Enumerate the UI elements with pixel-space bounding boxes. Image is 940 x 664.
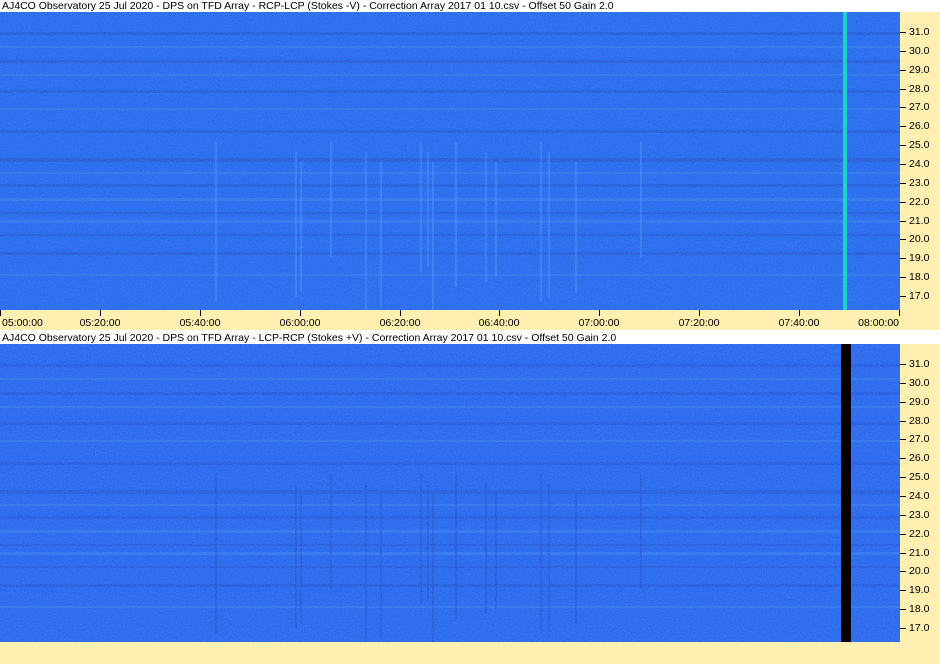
frequency-tick — [900, 496, 906, 497]
frequency-tick-label: 19.0 — [909, 584, 930, 596]
frequency-tick — [900, 553, 906, 554]
time-tick — [699, 310, 700, 316]
frequency-tick — [900, 89, 906, 90]
frequency-tick-label: 18.0 — [909, 603, 930, 615]
frequency-tick-label: 24.0 — [909, 490, 930, 502]
frequency-tick-label: 31.0 — [909, 26, 930, 38]
frequency-tick — [900, 402, 906, 403]
frequency-tick — [900, 458, 906, 459]
frequency-tick — [900, 183, 906, 184]
bottom-frequency-axis: 31.0 30.0 29.0 28.0 27.0 26.0 25.0 24.0 23.0 22.0… — [900, 344, 940, 642]
frequency-tick — [900, 202, 906, 203]
frequency-tick-label: 25.0 — [909, 139, 930, 151]
frequency-tick — [900, 107, 906, 108]
time-tick — [400, 310, 401, 316]
top-spectrogram — [0, 12, 900, 310]
frequency-tick — [900, 609, 906, 610]
frequency-tick-label: 28.0 — [909, 83, 930, 95]
time-tick — [899, 310, 900, 316]
frequency-tick-label: 29.0 — [909, 64, 930, 76]
frequency-tick-label: 23.0 — [909, 509, 930, 521]
time-axis: 05:00:00 05:20:00 05:40:00 06:00:00 06:20:00… — [0, 310, 940, 330]
frequency-tick-label: 29.0 — [909, 396, 930, 408]
time-tick-label: 07:40:00 — [778, 317, 820, 329]
time-tick-label: 06:40:00 — [478, 317, 520, 329]
frequency-tick — [900, 383, 906, 384]
frequency-tick — [900, 258, 906, 259]
time-tick-label: 07:00:00 — [578, 317, 620, 329]
frequency-tick-label: 26.0 — [909, 120, 930, 132]
time-tick — [599, 310, 600, 316]
frequency-tick — [900, 145, 906, 146]
frequency-tick-label: 21.0 — [909, 215, 930, 227]
bottom-time-axis — [0, 642, 940, 664]
time-tick-label: 06:20:00 — [379, 317, 421, 329]
frequency-tick — [900, 239, 906, 240]
interference-stripe — [843, 12, 847, 310]
time-tick — [100, 310, 101, 316]
noise-overlay — [0, 12, 900, 310]
frequency-tick — [900, 126, 906, 127]
spectrogram-svg — [0, 344, 900, 642]
frequency-tick-label: 23.0 — [909, 177, 930, 189]
time-tick-label: 05:20:00 — [79, 317, 121, 329]
frequency-tick-label: 18.0 — [909, 271, 930, 283]
frequency-tick-label: 22.0 — [909, 196, 930, 208]
frequency-tick-label: 30.0 — [909, 45, 930, 57]
time-tick — [799, 310, 800, 316]
frequency-tick — [900, 590, 906, 591]
time-tick — [499, 310, 500, 316]
time-tick — [300, 310, 301, 316]
frequency-tick — [900, 364, 906, 365]
frequency-tick-label: 20.0 — [909, 233, 930, 245]
frequency-tick-label: 30.0 — [909, 377, 930, 389]
top-frequency-axis: 31.0 30.0 29.0 28.0 27.0 26.0 25.0 24.0 23.0 22.0… — [900, 12, 940, 310]
frequency-tick-label: 31.0 — [909, 358, 930, 370]
frequency-tick — [900, 296, 906, 297]
frequency-tick-label: 26.0 — [909, 452, 930, 464]
time-tick-label: 05:00:00 — [2, 317, 43, 329]
noise-overlay — [0, 344, 900, 642]
frequency-tick — [900, 221, 906, 222]
frequency-tick — [900, 439, 906, 440]
time-tick-label: 05:40:00 — [179, 317, 221, 329]
frequency-tick-label: 22.0 — [909, 528, 930, 540]
frequency-tick-label: 25.0 — [909, 471, 930, 483]
spectrogram-svg — [0, 12, 900, 310]
frequency-tick-label: 27.0 — [909, 101, 930, 113]
time-tick-label: 08:00:00 — [858, 317, 899, 329]
bottom-panel-title: AJ4CO Observatory 25 Jul 2020 - DPS on T… — [0, 332, 940, 344]
frequency-tick — [900, 164, 906, 165]
frequency-tick-label: 21.0 — [909, 547, 930, 559]
frequency-tick-label: 27.0 — [909, 433, 930, 445]
frequency-tick — [900, 477, 906, 478]
time-tick — [200, 310, 201, 316]
frequency-tick — [900, 534, 906, 535]
frequency-tick — [900, 70, 906, 71]
frequency-tick-label: 17.0 — [909, 622, 930, 634]
frequency-tick-label: 19.0 — [909, 252, 930, 264]
frequency-tick-label: 28.0 — [909, 415, 930, 427]
frequency-tick — [900, 515, 906, 516]
frequency-tick — [900, 421, 906, 422]
time-tick — [0, 310, 1, 316]
time-tick-label: 07:20:00 — [678, 317, 720, 329]
time-tick-label: 06:00:00 — [279, 317, 321, 329]
frequency-tick — [900, 51, 906, 52]
bottom-spectrogram — [0, 344, 900, 642]
frequency-tick — [900, 277, 906, 278]
frequency-tick-label: 24.0 — [909, 158, 930, 170]
top-panel-title: AJ4CO Observatory 25 Jul 2020 - DPS on T… — [0, 0, 940, 12]
frequency-tick — [900, 628, 906, 629]
frequency-tick-label: 20.0 — [909, 565, 930, 577]
interference-stripe — [841, 344, 851, 642]
frequency-tick-label: 17.0 — [909, 290, 930, 302]
frequency-tick — [900, 571, 906, 572]
frequency-tick — [900, 32, 906, 33]
